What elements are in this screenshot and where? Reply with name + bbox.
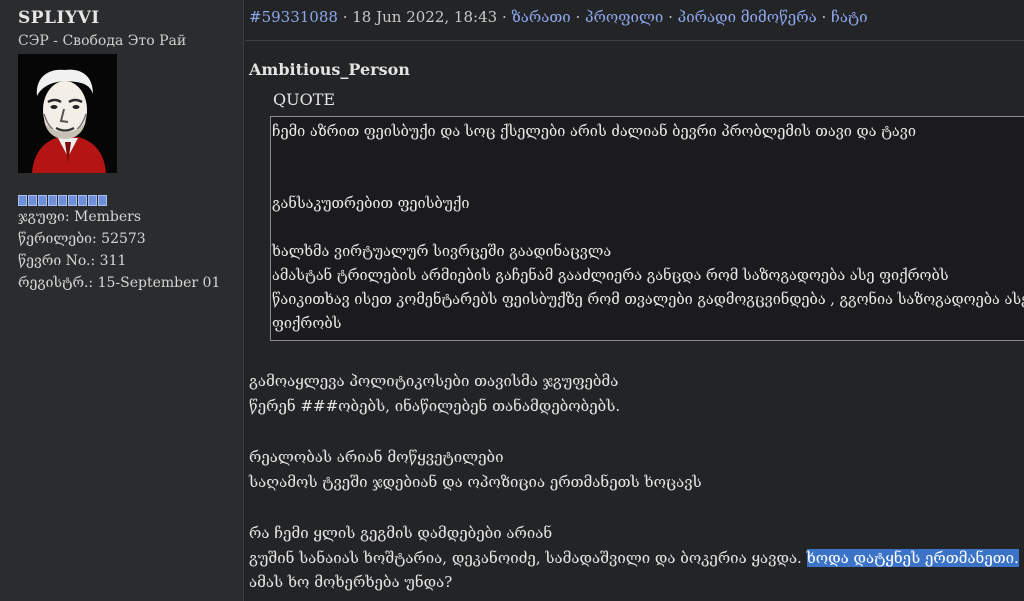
stat-value: 52573 <box>101 231 146 247</box>
selected-text[interactable]: ხოდა დატყნეს ერთმანეთი. <box>806 549 1019 567</box>
header-divider <box>245 40 1024 41</box>
rating-pip <box>78 195 87 206</box>
rating-pip <box>98 195 107 206</box>
quote-line: ჩემი აზრით ფეისბუქი და სოც ქსელები არის … <box>272 124 916 140</box>
separator: · <box>668 8 673 26</box>
stat-label: ჯგუფი: <box>18 209 70 225</box>
quote-author: Ambitious_Person <box>249 60 410 79</box>
quote-line: ხალხმა ვირტუალურ სივრცეში გაადინაცვლა <box>272 244 612 260</box>
rating-pip <box>28 195 37 206</box>
forum-post: SPLIYVI СЭР - Свобода Это Рай ჯგუფი: Mem… <box>0 0 1024 601</box>
body-line: რეალობას არიან მოწყვეტილები <box>249 448 504 466</box>
stat-value: 15-September 01 <box>97 275 221 291</box>
stat-label: წერილები: <box>18 231 97 247</box>
rating-bar <box>18 195 107 206</box>
body-line: წერენ ###ობებს, ინაწილებენ თანამდებობებს… <box>249 397 621 415</box>
body-line: რა ჩემი ყლის გეგმის დამდებები არიან <box>249 524 553 542</box>
stat-value: 311 <box>99 253 127 269</box>
username[interactable]: SPLIYVI <box>18 8 100 28</box>
avatar-image <box>18 54 117 173</box>
quote-label: QUOTE <box>273 90 336 109</box>
separator: · <box>821 8 827 26</box>
rating-pip <box>48 195 57 206</box>
separator: · <box>342 8 348 26</box>
quote-line: წაიკითხავ ისეთ კომენტარებს ფეისბუქზე რომ… <box>272 292 1024 308</box>
link-chat[interactable]: ჩატი <box>831 8 868 26</box>
rating-pip <box>18 195 27 206</box>
body-line: გამოაყლევა პოლიტიკოსები თავისმა ჯგუფებმა <box>249 372 619 390</box>
separator: · <box>575 8 581 26</box>
stat-member-no: წევრი No.: 311 <box>18 253 126 269</box>
post-id-link[interactable]: #59331088 <box>249 8 338 26</box>
body-line: ამას ხო მოხერხება უნდა? <box>249 573 453 591</box>
stat-registered: რეგისტრ.: 15-September 01 <box>18 275 220 291</box>
user-title: СЭР - Свобода Это Рай <box>18 33 187 49</box>
link-private-message[interactable]: პირადი მიმოწერა <box>678 8 817 26</box>
quote-line: განსაკუთრებით ფეისბუქი <box>272 196 470 212</box>
rating-pip <box>58 195 67 206</box>
quote-line: ამასტან ტრილების არმიების გაჩენამ გააძლი… <box>272 268 949 284</box>
post-header: #59331088 · 18 Jun 2022, 18:43 · ზარათი … <box>249 8 868 26</box>
post-date: 18 Jun 2022, 18:43 <box>352 8 498 26</box>
stat-value: Members <box>74 209 142 225</box>
body-text: გუშინ სანაიას ხოშტარია, დეკანოიძე, სამად… <box>249 549 802 567</box>
separator: · <box>501 8 507 26</box>
stat-posts: წერილები: 52573 <box>18 231 146 247</box>
link-rating[interactable]: ზარათი <box>512 8 571 26</box>
rating-pip <box>88 195 97 206</box>
link-profile[interactable]: პროფილი <box>585 8 663 26</box>
stat-label: წევრი No.: <box>18 253 96 269</box>
stat-label: რეგისტრ.: <box>18 275 94 291</box>
quote-line: ფიქრობს <box>272 316 342 332</box>
rating-pip <box>38 195 47 206</box>
body-line: გუშინ სანაიას ხოშტარია, დეკანოიძე, სამად… <box>249 549 1019 567</box>
stat-group: ჯგუფი: Members <box>18 209 141 225</box>
post-content: #59331088 · 18 Jun 2022, 18:43 · ზარათი … <box>245 0 1024 601</box>
rating-pip <box>68 195 77 206</box>
body-line: საღამოს ტვეში ჯდებიან და ოპოზიცია ერთმან… <box>249 473 702 491</box>
user-sidebar: SPLIYVI СЭР - Свобода Это Рай ჯგუფი: Mem… <box>0 0 244 601</box>
avatar[interactable] <box>18 54 117 173</box>
